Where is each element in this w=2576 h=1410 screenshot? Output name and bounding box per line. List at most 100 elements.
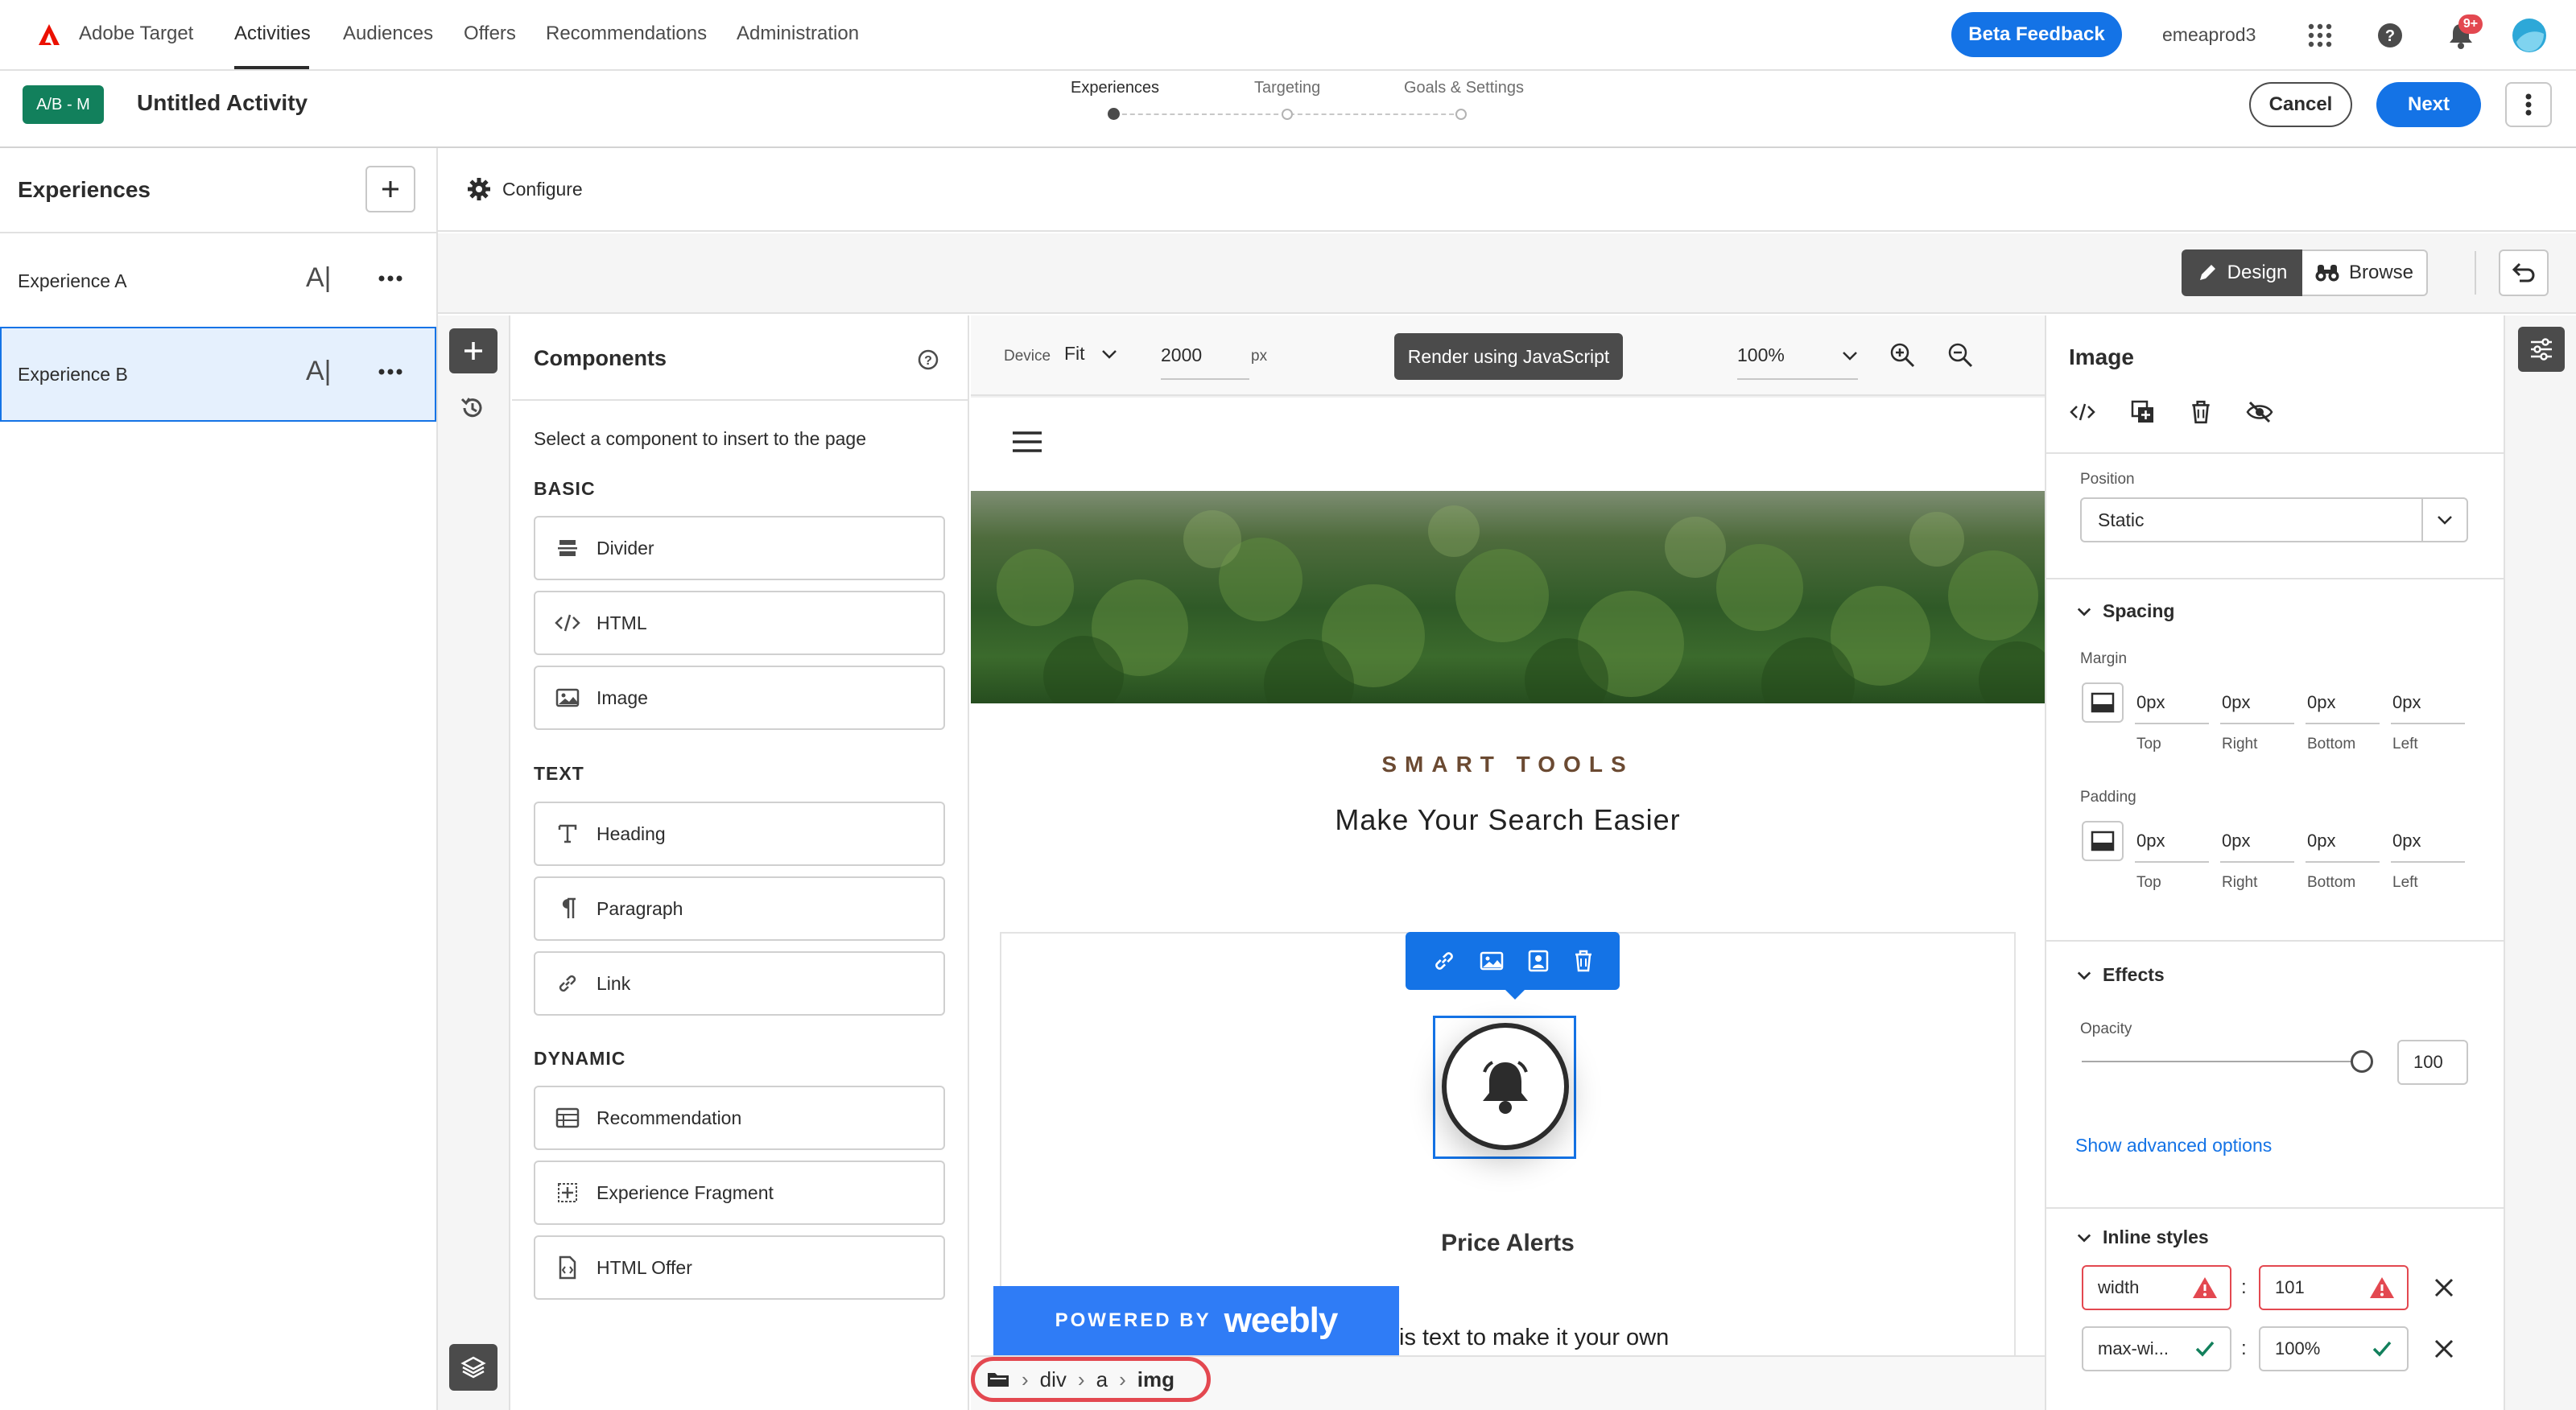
component-html[interactable]: HTML	[534, 591, 945, 655]
remove-inline-style-max-width[interactable]	[2433, 1338, 2455, 1360]
component-link[interactable]: Link	[534, 951, 945, 1016]
padding-top-input[interactable]: 0px	[2136, 831, 2165, 851]
undo-button[interactable]	[2499, 249, 2549, 296]
render-javascript-button[interactable]: Render using JavaScript	[1394, 333, 1623, 380]
bell-image-selected[interactable]	[1433, 1016, 1576, 1159]
replace-image-icon[interactable]	[1480, 951, 1504, 971]
close-icon	[2434, 1339, 2454, 1358]
breadcrumb-div[interactable]: div	[1040, 1367, 1067, 1392]
code-icon[interactable]	[2069, 402, 2096, 422]
component-recommendation[interactable]: Recommendation	[534, 1086, 945, 1150]
cancel-button[interactable]: Cancel	[2249, 82, 2352, 127]
layers-button[interactable]	[449, 1344, 497, 1391]
inline-style-value-width[interactable]: 101	[2259, 1265, 2409, 1310]
zoom-in-icon[interactable]	[1889, 341, 1916, 369]
insert-component-button[interactable]	[449, 328, 497, 373]
experience-item-b[interactable]: Experience B A|	[0, 327, 436, 422]
experiences-header: Experiences	[18, 177, 151, 202]
nav-audiences[interactable]: Audiences	[343, 23, 433, 45]
component-label: Heading	[597, 822, 666, 844]
remove-inline-style-width[interactable]	[2433, 1276, 2455, 1299]
show-advanced-options-link[interactable]: Show advanced options	[2075, 1135, 2272, 1156]
delete-icon[interactable]	[2190, 399, 2212, 425]
padding-link-button[interactable]	[2082, 821, 2124, 861]
effects-section-toggle[interactable]: Effects	[2077, 964, 2165, 986]
breadcrumb-img[interactable]: img	[1137, 1367, 1174, 1392]
margin-link-button[interactable]	[2082, 682, 2124, 723]
zoom-select[interactable]: 100%	[1737, 344, 1858, 366]
position-select[interactable]: Static	[2080, 497, 2468, 542]
design-mode-button[interactable]: Design	[2182, 249, 2302, 296]
link-icon[interactable]	[1432, 949, 1456, 973]
component-divider[interactable]: Divider	[534, 516, 945, 580]
margin-bottom-input[interactable]: 0px	[2307, 692, 2335, 713]
width-input[interactable]: 2000	[1161, 344, 1202, 366]
nav-offers[interactable]: Offers	[464, 23, 516, 45]
dom-breadcrumb: › div › a › img	[971, 1357, 1211, 1402]
step-targeting[interactable]: Targeting	[1254, 79, 1320, 97]
rename-text-icon[interactable]: A|	[306, 262, 332, 294]
hamburger-menu-icon[interactable]	[1011, 430, 1043, 454]
opacity-slider-handle[interactable]	[2351, 1050, 2373, 1073]
margin-right-input[interactable]: 0px	[2222, 692, 2250, 713]
width-input-underline	[1161, 378, 1249, 380]
weebly-powered-label: POWERED BY	[1055, 1309, 1212, 1331]
user-avatar[interactable]	[2512, 18, 2547, 53]
zoom-out-icon[interactable]	[1946, 341, 1974, 369]
app-name[interactable]: Adobe Target	[79, 23, 193, 45]
margin-top-input[interactable]: 0px	[2136, 692, 2165, 713]
component-experience-fragment[interactable]: Experience Fragment	[534, 1161, 945, 1225]
step-experiences[interactable]: Experiences	[1071, 79, 1159, 97]
add-experience-button[interactable]	[365, 166, 415, 212]
experience-more-icon[interactable]	[378, 275, 402, 282]
component-image[interactable]: Image	[534, 666, 945, 730]
padding-bottom-input[interactable]: 0px	[2307, 831, 2335, 851]
duplicate-icon[interactable]	[2130, 399, 2156, 425]
padding-left-input[interactable]: 0px	[2392, 831, 2421, 851]
configure-button[interactable]: Configure	[467, 177, 583, 201]
inspector-title: Image	[2069, 344, 2134, 369]
next-button[interactable]: Next	[2376, 82, 2481, 127]
help-icon[interactable]: ?	[2376, 22, 2404, 49]
component-html-offer[interactable]: HTML Offer	[534, 1235, 945, 1300]
nav-activities[interactable]: Activities	[234, 23, 311, 45]
org-switcher[interactable]: emeaprod3	[2162, 24, 2256, 46]
spacing-section-toggle[interactable]: Spacing	[2077, 600, 2174, 622]
adobe-logo-icon[interactable]	[35, 21, 63, 48]
apps-grid-icon[interactable]	[2307, 23, 2333, 48]
activity-title[interactable]: Untitled Activity	[137, 90, 308, 116]
opacity-slider-track[interactable]	[2082, 1061, 2352, 1062]
nav-administration[interactable]: Administration	[737, 23, 859, 45]
hide-icon[interactable]	[2246, 401, 2273, 423]
page-preview[interactable]: SMART TOOLS Make Your Search Easier Pric…	[971, 398, 2045, 1355]
opacity-input[interactable]: 100	[2397, 1040, 2468, 1085]
experience-item-a[interactable]: Experience A A|	[0, 233, 436, 327]
nav-recommendations[interactable]: Recommendations	[546, 23, 707, 45]
inline-style-property-width[interactable]: width	[2082, 1265, 2231, 1310]
weebly-badge[interactable]: POWERED BY weebly	[993, 1286, 1399, 1355]
image-settings-icon[interactable]	[1527, 949, 1550, 973]
inline-style-property-max-width[interactable]: max-wi...	[2082, 1326, 2231, 1371]
step-goals-settings[interactable]: Goals & Settings	[1404, 79, 1524, 97]
component-paragraph[interactable]: Paragraph	[534, 876, 945, 941]
inline-style-value-max-width[interactable]: 100%	[2259, 1326, 2409, 1371]
experience-more-icon[interactable]	[378, 369, 402, 375]
properties-toggle-button[interactable]	[2518, 327, 2565, 372]
beta-feedback-button[interactable]: Beta Feedback	[1951, 12, 2122, 57]
breadcrumb-a[interactable]: a	[1096, 1367, 1108, 1392]
folder-icon[interactable]	[986, 1370, 1010, 1389]
margin-left-input[interactable]: 0px	[2392, 692, 2421, 713]
browse-mode-button[interactable]: Browse	[2302, 249, 2428, 296]
padding-right-label: Right	[2222, 874, 2258, 891]
rename-text-icon[interactable]: A|	[306, 356, 332, 387]
more-actions-button[interactable]	[2505, 82, 2552, 127]
history-icon[interactable]	[459, 394, 486, 422]
components-help-icon[interactable]: ?	[918, 349, 939, 370]
component-heading[interactable]: Heading	[534, 802, 945, 866]
inline-styles-section-toggle[interactable]: Inline styles	[2077, 1227, 2209, 1248]
forest-banner-image[interactable]	[971, 491, 2045, 703]
delete-icon[interactable]	[1573, 949, 1594, 973]
margin-label: Margin	[2080, 650, 2128, 667]
device-select[interactable]: Fit	[1064, 343, 1117, 365]
padding-right-input[interactable]: 0px	[2222, 831, 2250, 851]
